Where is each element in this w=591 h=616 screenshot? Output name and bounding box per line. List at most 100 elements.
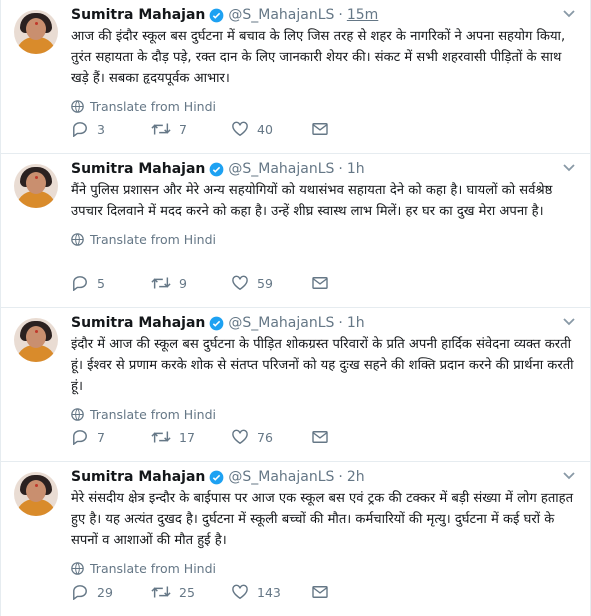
caret-down-icon[interactable] — [562, 9, 576, 19]
translate-label[interactable]: Translate from Hindi — [90, 99, 216, 114]
tweet-text: मेरे संसदीय क्षेत्र इन्दौर के बाईपास पर … — [71, 491, 574, 548]
like-count: 76 — [257, 429, 273, 445]
separator-dot: · — [338, 315, 343, 331]
reply-count: 29 — [97, 584, 113, 600]
translate-link[interactable]: Translate from Hindi — [71, 98, 578, 114]
retweet-button[interactable]: 17 — [151, 429, 231, 445]
separator-dot: · — [338, 469, 343, 485]
translate-link[interactable]: Translate from Hindi — [71, 406, 578, 422]
like-button[interactable]: 143 — [231, 584, 311, 600]
reply-button[interactable]: 7 — [71, 429, 151, 445]
direct-message-icon — [312, 586, 328, 598]
author-name[interactable]: Sumitra Mahajan — [71, 315, 205, 331]
tweet-timeline: Sumitra Mahajan @S_MahajanLS · 15m आज की… — [0, 0, 591, 616]
direct-message-icon — [312, 123, 328, 135]
tweet[interactable]: Sumitra Mahajan @S_MahajanLS · 2h मेरे स… — [1, 462, 590, 616]
tweet[interactable]: Sumitra Mahajan @S_MahajanLS · 1h मैंने … — [1, 154, 590, 308]
caret-down-icon[interactable] — [562, 163, 576, 173]
tweet-header: Sumitra Mahajan @S_MahajanLS · 2h — [71, 467, 578, 487]
reply-icon — [73, 122, 87, 137]
caret-down-icon[interactable] — [562, 471, 576, 481]
retweet-button[interactable]: 25 — [151, 584, 231, 600]
verified-badge-icon — [209, 8, 224, 23]
like-button[interactable]: 59 — [231, 275, 311, 291]
reply-count: 7 — [97, 429, 105, 445]
reply-button[interactable]: 3 — [71, 121, 151, 137]
like-count: 40 — [257, 121, 273, 137]
retweet-count: 7 — [179, 121, 187, 137]
verified-badge-icon — [209, 162, 224, 177]
tweet-actions: 7 17 76 — [71, 429, 391, 445]
tweet-actions: 29 25 143 — [71, 584, 391, 600]
tweet-text: आज की इंदौर स्कूल बस दुर्घटना में बचाव क… — [71, 29, 566, 86]
like-count: 59 — [257, 275, 273, 291]
translate-link[interactable]: Translate from Hindi — [71, 560, 578, 576]
retweet-icon — [151, 431, 171, 443]
tweet-header: Sumitra Mahajan @S_MahajanLS · 1h — [71, 313, 578, 333]
reply-icon — [73, 430, 87, 445]
tweet-text: इंदौर में आज की स्कूल बस दुर्घटना के पीड… — [71, 337, 574, 394]
retweet-count: 17 — [179, 429, 195, 445]
direct-message-icon — [312, 431, 328, 443]
direct-message-button[interactable] — [311, 122, 391, 136]
translate-label[interactable]: Translate from Hindi — [90, 561, 216, 576]
retweet-icon — [151, 586, 171, 598]
tweet-text: मैंने पुलिस प्रशासन और मेरे अन्य सहयोगिय… — [71, 183, 553, 219]
tweet[interactable]: Sumitra Mahajan @S_MahajanLS · 1h इंदौर … — [1, 308, 590, 462]
like-icon — [232, 584, 248, 600]
author-handle[interactable]: @S_MahajanLS — [228, 469, 334, 485]
direct-message-icon — [312, 277, 328, 289]
translate-link[interactable]: Translate from Hindi — [71, 231, 578, 247]
author-handle[interactable]: @S_MahajanLS — [228, 315, 334, 331]
verified-badge-icon — [209, 316, 224, 331]
direct-message-button[interactable] — [311, 430, 391, 444]
author-name[interactable]: Sumitra Mahajan — [71, 161, 205, 177]
author-handle[interactable]: @S_MahajanLS — [228, 7, 334, 23]
retweet-icon — [151, 123, 171, 135]
retweet-count: 25 — [179, 584, 195, 600]
tweet-header: Sumitra Mahajan @S_MahajanLS · 1h — [71, 159, 578, 179]
like-button[interactable]: 76 — [231, 429, 311, 445]
globe-icon — [71, 232, 84, 246]
like-button[interactable]: 40 — [231, 121, 311, 137]
direct-message-button[interactable] — [311, 276, 391, 290]
verified-badge-icon — [209, 470, 224, 485]
author-handle[interactable]: @S_MahajanLS — [228, 161, 334, 177]
tweet-header: Sumitra Mahajan @S_MahajanLS · 15m — [71, 5, 578, 25]
reply-count: 5 — [97, 275, 105, 291]
tweet-actions: 5 9 59 — [71, 275, 391, 291]
like-icon — [232, 429, 248, 445]
reply-count: 3 — [97, 121, 105, 137]
reply-icon — [73, 276, 87, 291]
like-icon — [232, 121, 248, 137]
globe-icon — [71, 407, 84, 421]
author-name[interactable]: Sumitra Mahajan — [71, 469, 205, 485]
like-icon — [232, 275, 248, 291]
separator-dot: · — [338, 7, 343, 23]
translate-label[interactable]: Translate from Hindi — [90, 232, 216, 247]
avatar[interactable] — [14, 10, 58, 54]
globe-icon — [71, 99, 84, 113]
retweet-button[interactable]: 7 — [151, 121, 231, 137]
direct-message-button[interactable] — [311, 585, 391, 599]
like-count: 143 — [257, 584, 281, 600]
retweet-button[interactable]: 9 — [151, 275, 231, 291]
globe-icon — [71, 561, 84, 575]
tweet-timestamp[interactable]: 15m — [347, 7, 378, 23]
separator-dot: · — [338, 161, 343, 177]
tweet-timestamp[interactable]: 1h — [347, 315, 365, 331]
caret-down-icon[interactable] — [562, 317, 576, 327]
tweet-actions: 3 7 40 — [71, 121, 391, 137]
avatar[interactable] — [14, 164, 58, 208]
tweet-timestamp[interactable]: 1h — [347, 161, 365, 177]
tweet[interactable]: Sumitra Mahajan @S_MahajanLS · 15m आज की… — [1, 0, 590, 154]
reply-button[interactable]: 5 — [71, 275, 151, 291]
author-name[interactable]: Sumitra Mahajan — [71, 7, 205, 23]
reply-button[interactable]: 29 — [71, 584, 151, 600]
reply-icon — [73, 585, 87, 600]
avatar[interactable] — [14, 472, 58, 516]
retweet-icon — [151, 277, 171, 289]
tweet-timestamp[interactable]: 2h — [347, 469, 365, 485]
avatar[interactable] — [14, 318, 58, 362]
translate-label[interactable]: Translate from Hindi — [90, 407, 216, 422]
